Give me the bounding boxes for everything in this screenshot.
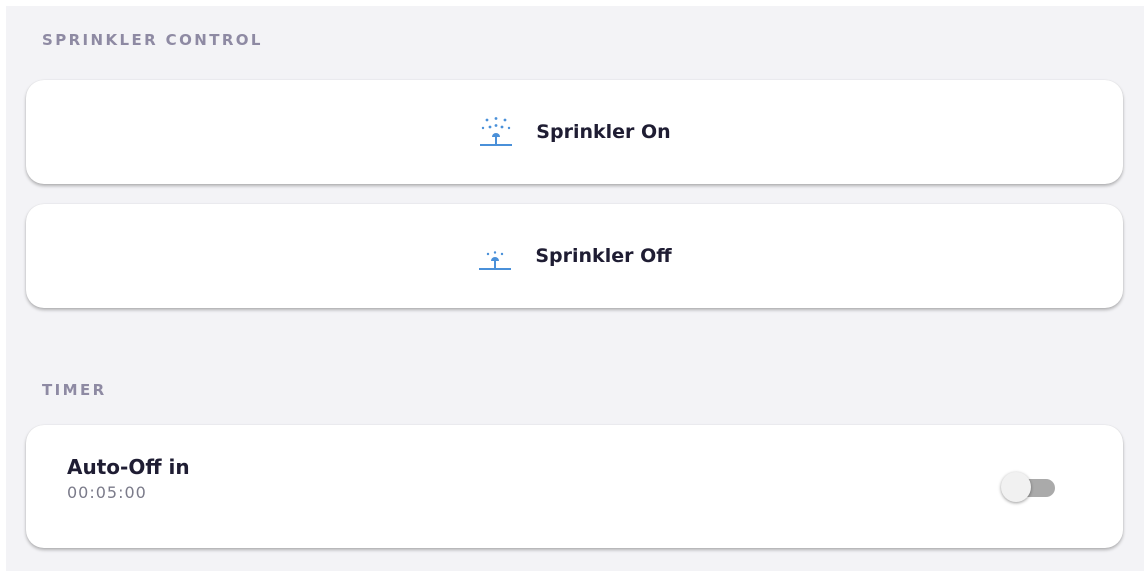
toggle-knob	[1001, 472, 1031, 502]
auto-off-timer-card: Auto-Off in 00:05:00	[26, 425, 1123, 548]
auto-off-toggle[interactable]	[1001, 472, 1057, 504]
sprinkler-on-label: Sprinkler On	[536, 121, 671, 143]
sprinkler-off-icon	[477, 240, 513, 272]
auto-off-duration: 00:05:00	[67, 483, 147, 502]
section-label-timer: TIMER	[42, 381, 107, 399]
sprinkler-on-button[interactable]: Sprinkler On	[26, 80, 1123, 184]
sprinkler-on-icon	[478, 116, 514, 148]
section-label-sprinkler-control: SPRINKLER CONTROL	[42, 31, 263, 49]
auto-off-title: Auto-Off in	[67, 455, 190, 479]
sprinkler-off-label: Sprinkler Off	[535, 245, 672, 267]
sprinkler-off-button[interactable]: Sprinkler Off	[26, 204, 1123, 308]
